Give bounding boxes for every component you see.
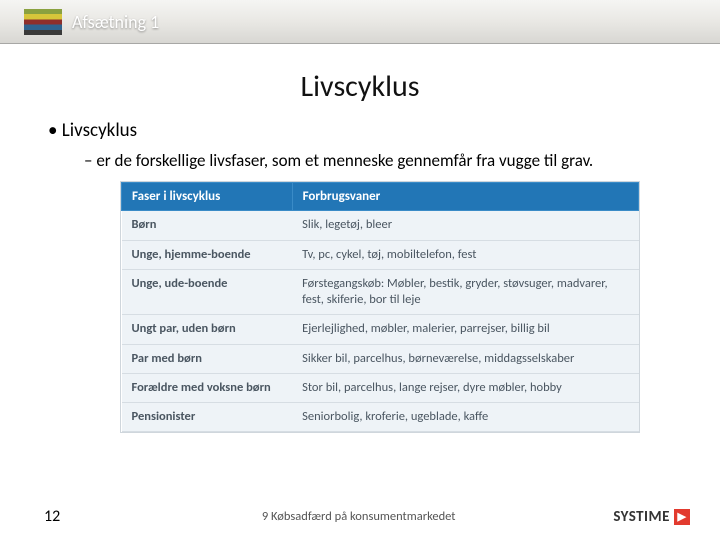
- play-icon: ▶: [674, 509, 690, 525]
- course-name: Afsætning: [72, 11, 146, 33]
- bullet-level2: er de forskellige livsfaser, som et menn…: [84, 150, 684, 171]
- publisher-brand: SYSTIME ▶: [613, 508, 690, 526]
- brand-text: SYSTIME: [613, 508, 670, 526]
- course-number: 1: [150, 11, 159, 33]
- slide-title: Livscyklus: [0, 68, 720, 105]
- content-area: Livscyklus er de forskellige livsfaser, …: [0, 119, 720, 433]
- table-row: Unge, ude-boendeFørstegangskøb: Møbler, …: [122, 269, 639, 315]
- table-row: Unge, hjemme-boendeTv, pc, cykel, tøj, m…: [122, 240, 639, 269]
- col-header-habits: Forbrugsvaner: [292, 183, 638, 211]
- habits-cell: Sikker bil, parcelhus, børneværelse, mid…: [292, 344, 638, 373]
- phase-cell: Forældre med voksne børn: [122, 373, 293, 402]
- habits-cell: Førstegangskøb: Møbler, bestik, gryder, …: [292, 269, 638, 315]
- col-header-phase: Faser i livscyklus: [122, 183, 293, 211]
- bullet-level1: Livscyklus: [48, 119, 684, 142]
- habits-cell: Stor bil, parcelhus, lange rejser, dyre …: [292, 373, 638, 402]
- table-row: Forældre med voksne børnStor bil, parcel…: [122, 373, 639, 402]
- habits-cell: Ejerlejlighed, møbler, malerier, parrejs…: [292, 315, 638, 344]
- table-row: Ungt par, uden børnEjerlejlighed, møbler…: [122, 315, 639, 344]
- table-row: BørnSlik, legetøj, bleer: [122, 211, 639, 240]
- habits-cell: Seniorbolig, kroferie, ugeblade, kaffe: [292, 403, 638, 432]
- phase-cell: Unge, hjemme-boende: [122, 240, 293, 269]
- phase-cell: Pensionister: [122, 403, 293, 432]
- phase-cell: Ungt par, uden børn: [122, 315, 293, 344]
- lifecycle-table: Faser i livscyklus Forbrugsvaner BørnSli…: [120, 181, 640, 433]
- phase-cell: Børn: [122, 211, 293, 240]
- table-row: Par med børnSikker bil, parcelhus, børne…: [122, 344, 639, 373]
- habits-cell: Slik, legetøj, bleer: [292, 211, 638, 240]
- page-number: 12: [44, 507, 104, 526]
- phase-cell: Par med børn: [122, 344, 293, 373]
- phase-cell: Unge, ude-boende: [122, 269, 293, 315]
- brand-stripe-icon: [24, 9, 62, 35]
- habits-cell: Tv, pc, cykel, tøj, mobiltelefon, fest: [292, 240, 638, 269]
- footer: 12 9 Købsadfærd på konsumentmarkedet SYS…: [0, 507, 720, 526]
- chapter-label: 9 Købsadfærd på konsumentmarkedet: [104, 509, 613, 524]
- course-header: Afsætning1: [0, 0, 720, 44]
- table-row: PensionisterSeniorbolig, kroferie, ugebl…: [122, 403, 639, 432]
- course-title: Afsætning1: [72, 11, 159, 33]
